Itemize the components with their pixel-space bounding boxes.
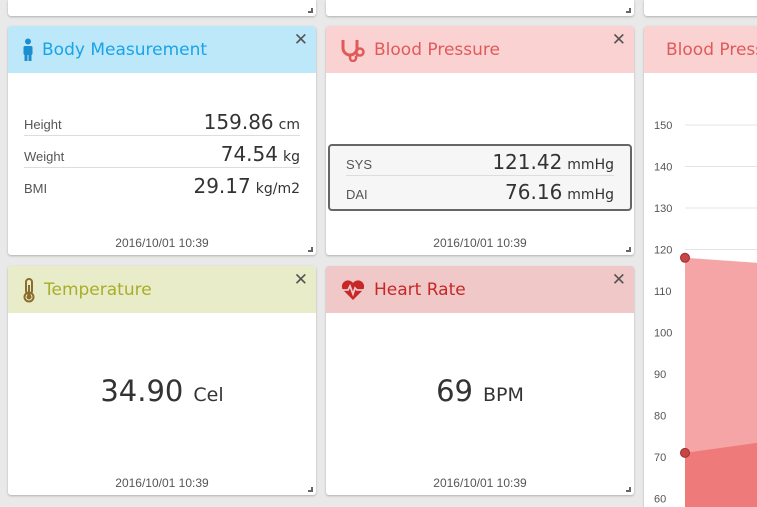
card-title: Temperature (44, 279, 152, 300)
row-value: 159.86 (203, 110, 274, 134)
stethoscope-icon (341, 39, 365, 62)
card-header: Blood Pressure ✕ (326, 26, 634, 73)
heartbeat-icon (341, 279, 365, 300)
data-point-sys[interactable] (680, 252, 690, 263)
bp-row-dai: DAI 76.16 mmHg (346, 180, 614, 205)
row-unit: mmHg (567, 187, 614, 203)
row-label: Height (24, 117, 62, 132)
y-tick-label: 140 (654, 162, 672, 174)
y-tick-label: 110 (654, 286, 672, 298)
resize-handle[interactable] (626, 247, 631, 252)
resize-handle[interactable] (308, 487, 313, 492)
blood-pressure-card: Blood Pressure ✕ SYS 121.42 mmHg DAI 76.1… (326, 26, 634, 255)
card-header: Temperature ✕ (8, 266, 316, 313)
resize-handle[interactable] (308, 247, 313, 252)
row-unit: mmHg (567, 157, 614, 173)
heart-rate-card: Heart Rate ✕ 69 BPM 2016/10/01 10:39 (326, 266, 634, 495)
y-tick-label: 80 (654, 411, 666, 423)
resize-handle[interactable] (308, 8, 313, 13)
card-title: Heart Rate (374, 279, 466, 300)
bp-row-sys: SYS 121.42 mmHg (346, 150, 614, 176)
y-tick-label: 120 (654, 245, 672, 257)
measure-row-weight: Weight 74.54 kg (24, 142, 300, 168)
card-header: Body Measurement ✕ (8, 26, 316, 73)
y-tick-label: 90 (654, 369, 666, 381)
row-label: BMI (24, 181, 48, 196)
close-button[interactable]: ✕ (612, 270, 626, 290)
y-tick-label: 60 (654, 494, 666, 506)
timestamp: 2016/10/01 10:39 (433, 476, 527, 490)
chart-svg: 150 140 130 120 110 100 90 80 70 60 (654, 120, 757, 507)
card-header: Heart Rate ✕ (326, 266, 634, 313)
row-unit: cm (278, 117, 300, 133)
body-measurement-card: Body Measurement ✕ Height 159.86 cm Weigh… (8, 26, 316, 255)
resize-handle[interactable] (626, 8, 631, 13)
row-unit: kg (283, 149, 300, 165)
temperature-unit: Cel (193, 384, 224, 406)
measure-row-height: Height 159.86 cm (24, 110, 300, 136)
timestamp: 2016/10/01 10:39 (115, 236, 209, 250)
bp-area-chart: 150 140 130 120 110 100 90 80 70 60 (644, 73, 757, 507)
row-value: 74.54 (220, 142, 278, 166)
resize-handle[interactable] (626, 487, 631, 492)
heart-rate-reading: 69 BPM (326, 374, 634, 408)
measure-row-bmi: BMI 29.17 kg/m2 (24, 174, 300, 199)
blood-pressure-chart-card: Blood Pressure 150 140 130 120 110 100 90 80 70 6… (644, 26, 757, 507)
row-value: 121.42 (492, 150, 563, 174)
temperature-card: Temperature ✕ 34.90 Cel 2016/10/01 10:39 (8, 266, 316, 495)
thermometer-icon (23, 277, 35, 302)
bp-values-box: SYS 121.42 mmHg DAI 76.16 mmHg (328, 144, 632, 211)
y-tick-label: 150 (654, 120, 672, 132)
temperature-reading: 34.90 Cel (8, 374, 316, 408)
y-tick-label: 70 (654, 452, 666, 464)
close-button[interactable]: ✕ (294, 270, 308, 290)
y-tick-label: 100 (654, 328, 672, 340)
row-value: 76.16 (505, 180, 563, 204)
data-point-dia[interactable] (680, 447, 690, 458)
row-label: DAI (346, 187, 368, 202)
card-title: Body Measurement (42, 39, 208, 60)
heart-rate-value: 69 (436, 374, 473, 408)
close-button[interactable]: ✕ (294, 30, 308, 50)
heart-rate-unit: BPM (483, 384, 524, 406)
y-tick-label: 130 (654, 203, 672, 215)
timestamp: 2016/10/01 10:39 (115, 476, 209, 490)
card-title: Blood Pressure (666, 39, 757, 60)
card-title: Blood Pressure (374, 39, 500, 60)
card-top-middle (326, 0, 634, 16)
person-icon (23, 38, 33, 61)
row-value: 29.17 (193, 174, 251, 198)
card-top-right (644, 0, 757, 16)
timestamp: 2016/10/01 10:39 (433, 236, 527, 250)
row-label: Weight (24, 149, 65, 164)
row-label: SYS (346, 157, 373, 172)
temperature-value: 34.90 (100, 374, 184, 408)
close-button[interactable]: ✕ (612, 30, 626, 50)
row-unit: kg/m2 (255, 181, 300, 197)
card-header: Blood Pressure (644, 26, 757, 73)
card-top-left (8, 0, 316, 16)
